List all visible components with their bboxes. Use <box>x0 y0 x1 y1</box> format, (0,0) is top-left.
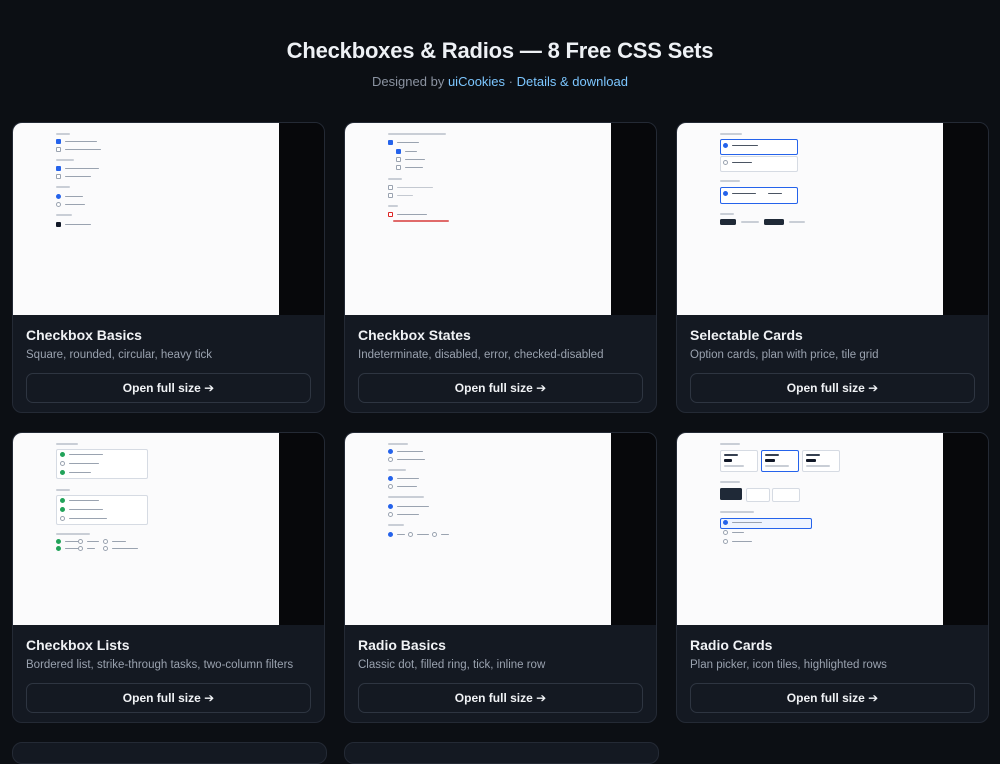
card-preview[interactable] <box>677 123 988 315</box>
card-radio-cards: Radio Cards Plan picker, icon tiles, hig… <box>676 432 989 723</box>
preview-sheet <box>345 433 611 625</box>
card-description: Plan picker, icon tiles, highlighted row… <box>690 659 887 671</box>
card-preview[interactable] <box>345 123 656 315</box>
preview-sheet <box>677 433 943 625</box>
card-description: Bordered list, strike-through tasks, two… <box>26 659 294 671</box>
open-full-size-button[interactable]: Open full size ➔ <box>690 373 975 403</box>
card-title: Radio Cards <box>690 637 773 653</box>
separator: · <box>508 74 514 89</box>
card-checkbox-basics: Checkbox Basics Square, rounded, circula… <box>12 122 325 413</box>
card-preview[interactable] <box>13 123 324 315</box>
card-title: Selectable Cards <box>690 327 803 343</box>
card-grid: Checkbox Basics Square, rounded, circula… <box>12 122 989 723</box>
details-download-link[interactable]: Details & download <box>517 74 628 89</box>
page-header: Checkboxes & Radios — 8 Free CSS Sets De… <box>0 0 1000 89</box>
card-checkbox-lists: Checkbox Lists Bordered list, strike-thr… <box>12 432 325 723</box>
preview-sheet <box>13 123 279 315</box>
open-full-size-button[interactable]: Open full size ➔ <box>690 683 975 713</box>
open-full-size-button[interactable]: Open full size ➔ <box>26 683 311 713</box>
open-full-size-button[interactable]: Open full size ➔ <box>26 373 311 403</box>
card-checkbox-states: Checkbox States Indeterminate, disabled,… <box>344 122 657 413</box>
open-full-size-button[interactable]: Open full size ➔ <box>358 683 643 713</box>
next-card-peek <box>344 742 659 764</box>
preview-sheet <box>13 433 279 625</box>
card-title: Checkbox Lists <box>26 637 130 653</box>
page-subtitle: Designed by uiCookies · Details & downlo… <box>0 74 1000 89</box>
card-preview[interactable] <box>677 433 988 625</box>
open-full-size-button[interactable]: Open full size ➔ <box>358 373 643 403</box>
card-radio-basics: Radio Basics Classic dot, filled ring, t… <box>344 432 657 723</box>
card-title: Radio Basics <box>358 637 446 653</box>
card-description: Classic dot, filled ring, tick, inline r… <box>358 659 546 671</box>
card-selectable-cards: Selectable Cards Option cards, plan with… <box>676 122 989 413</box>
page-title: Checkboxes & Radios — 8 Free CSS Sets <box>286 38 714 63</box>
designed-by-text: Designed by <box>372 74 445 89</box>
card-description: Indeterminate, disabled, error, checked-… <box>358 349 604 361</box>
author-link[interactable]: uiCookies <box>448 74 505 89</box>
preview-sheet <box>677 123 943 315</box>
card-description: Option cards, plan with price, tile grid <box>690 349 879 361</box>
card-preview[interactable] <box>345 433 656 625</box>
card-title: Checkbox Basics <box>26 327 142 343</box>
card-description: Square, rounded, circular, heavy tick <box>26 349 213 361</box>
preview-sheet <box>345 123 611 315</box>
card-title: Checkbox States <box>358 327 471 343</box>
card-preview[interactable] <box>13 433 324 625</box>
next-card-peek <box>12 742 327 764</box>
